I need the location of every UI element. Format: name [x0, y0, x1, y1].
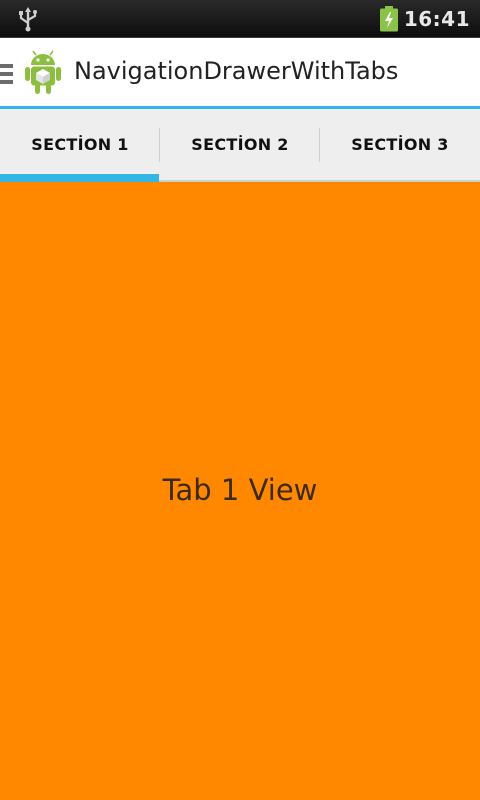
tab-view-label: Tab 1 View — [162, 473, 318, 507]
android-app-icon[interactable] — [23, 50, 63, 96]
action-bar: NavigationDrawerWithTabs — [0, 38, 480, 106]
battery-charging-icon — [380, 6, 398, 32]
usb-icon — [19, 7, 37, 32]
tab-label: SECTİON 3 — [351, 135, 449, 154]
tab-section-3[interactable]: SECTİON 3 — [320, 109, 480, 180]
selected-tab-indicator — [0, 174, 159, 182]
tab-section-1[interactable]: SECTİON 1 — [0, 109, 160, 182]
tab-content[interactable]: Tab 1 View — [0, 182, 480, 800]
drawer-menu-icon[interactable] — [0, 64, 14, 84]
app-title: NavigationDrawerWithTabs — [74, 57, 399, 85]
tab-section-2[interactable]: SECTİON 2 — [160, 109, 320, 180]
status-bar: 16:41 — [0, 0, 480, 38]
tab-label: SECTİON 2 — [191, 135, 289, 154]
clock: 16:41 — [403, 7, 470, 31]
tab-label: SECTİON 1 — [31, 135, 129, 154]
tab-bar: SECTİON 1 SECTİON 2 SECTİON 3 — [0, 109, 480, 182]
